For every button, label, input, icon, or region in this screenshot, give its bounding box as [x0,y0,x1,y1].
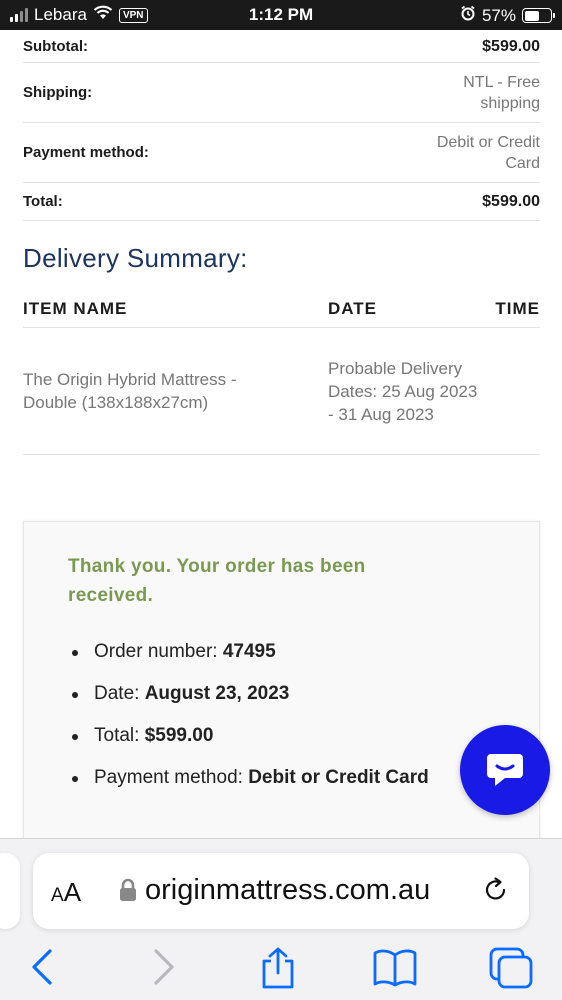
header-item-name: ITEM NAME [23,298,128,318]
list-item: Payment method: Debit or Credit Card [68,763,488,793]
battery-percent: 57% [481,5,516,25]
payment-label: Payment method: [23,144,149,161]
subtotal-value: $599.00 [482,37,540,55]
payment-row: Payment method: Debit or Credit Card [23,123,540,183]
subtotal-row: Subtotal: $599.00 [23,30,540,63]
browser-toolbar [0,947,562,997]
order-date-value: August 23, 2023 [144,683,290,704]
forward-icon[interactable] [150,947,178,992]
payment-value: Debit or Credit Card [436,133,540,172]
order-totals: Subtotal: $599.00 Shipping: NTL - Free s… [23,30,540,221]
shipping-row: Shipping: NTL - Free shipping [23,63,540,123]
browser-bottom-bar: AA originmattress.com.au [0,838,562,1000]
subtotal-label: Subtotal: [23,37,88,55]
text-size-button[interactable]: AA [51,877,81,908]
previous-tab-preview[interactable] [0,853,20,929]
reload-icon[interactable] [481,875,511,910]
shipping-label: Shipping: [23,84,93,101]
delivery-table-header: ITEM NAME DATE TIME [23,290,540,328]
header-date: DATE [328,298,378,318]
chat-icon [483,746,527,795]
order-payment-label: Payment method: [94,767,243,788]
order-date-label: Date: [94,683,140,704]
date-cell: Probable Delivery Dates: 25 Aug 2023 - 3… [328,358,478,424]
order-details-list: Order number: 47495 Date: August 23, 202… [68,637,488,805]
bookmarks-icon[interactable] [372,947,418,994]
tabs-icon[interactable] [488,947,534,994]
header-time: TIME [495,298,540,318]
alarm-icon [460,5,476,26]
delivery-table: ITEM NAME DATE TIME The Origin Hybrid Ma… [23,290,540,455]
item-name-cell: The Origin Hybrid Mattress - Double (138… [23,370,237,412]
order-number-value: 47495 [222,641,276,662]
lock-icon [119,878,137,907]
order-total-label: Total: [94,725,140,746]
chat-button[interactable] [460,725,550,815]
list-item: Total: $599.00 [68,721,488,751]
address-bar[interactable]: AA originmattress.com.au [33,853,529,929]
back-icon[interactable] [28,947,56,992]
delivery-summary-title: Delivery Summary: [23,243,248,273]
order-confirmation-box: Thank you. Your order has been received.… [23,521,540,861]
shipping-value: NTL - Free shipping [463,73,540,112]
status-bar: Lebara VPN 1:12 PM 57% [0,0,562,30]
order-payment-value: Debit or Credit Card [248,767,429,788]
share-icon[interactable] [258,947,298,994]
order-total-value: $599.00 [144,725,214,746]
battery-icon [522,8,555,23]
total-value: $599.00 [482,193,540,210]
table-row: The Origin Hybrid Mattress - Double (138… [23,328,540,455]
total-row: Total: $599.00 [23,183,540,221]
list-item: Order number: 47495 [68,637,488,667]
url-text: originmattress.com.au [145,874,431,906]
thank-you-message: Thank you. Your order has been received. [68,556,366,606]
list-item: Date: August 23, 2023 [68,679,488,709]
total-label: Total: [23,193,63,210]
order-number-label: Order number: [94,641,218,662]
